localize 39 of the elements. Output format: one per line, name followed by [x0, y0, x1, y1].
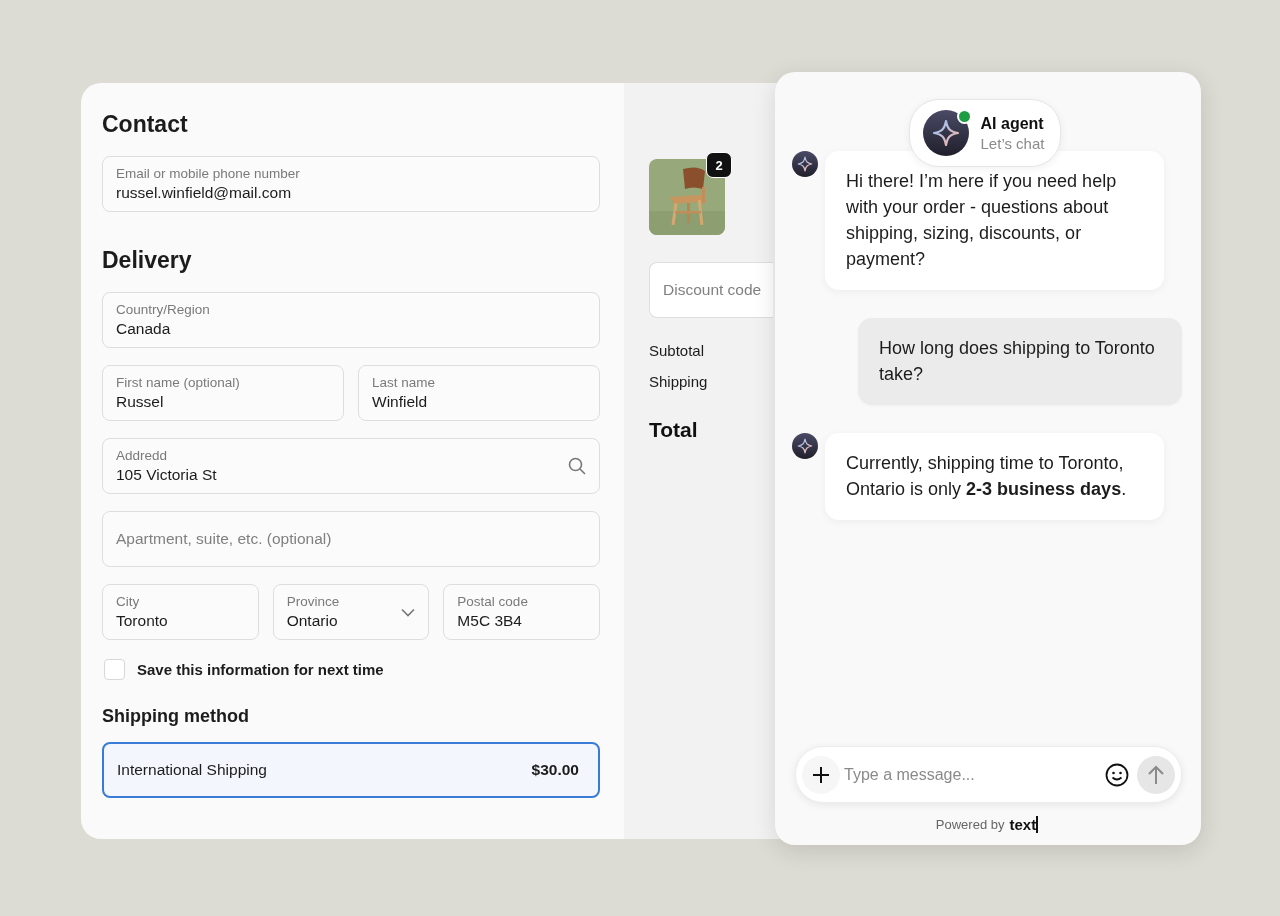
agent-avatar-icon — [792, 433, 818, 459]
agent-avatar-icon — [922, 110, 969, 156]
discount-field[interactable]: Discount code — [649, 262, 773, 318]
agent-status: Let’s chat — [980, 134, 1045, 152]
smiley-icon — [1105, 762, 1129, 787]
input-field[interactable]: Apartment, suite, etc. (optional) — [102, 511, 600, 567]
powered-by-label: Powered by — [935, 816, 1005, 832]
checkbox-label: Save this information for next time — [137, 661, 384, 678]
input-field[interactable]: Last name Winfield — [358, 365, 600, 421]
message-input[interactable]: Type a message... — [844, 765, 1097, 784]
arrow-up-icon — [1146, 763, 1166, 786]
agent-message: Hi there! I’m here if you need help with your order - questions about shipping, sizing, discounts, or payment? — [825, 151, 1164, 290]
input-field[interactable]: City Toronto — [102, 584, 259, 640]
summary-label: Subtotal — [649, 342, 706, 359]
summary-label: Shipping — [649, 373, 709, 390]
total-label: Total — [649, 418, 699, 442]
user-message: How long does shipping to Toronto take? — [858, 318, 1182, 405]
plus-icon — [811, 764, 831, 785]
section-heading: Shipping method — [102, 706, 250, 727]
checkbox[interactable] — [104, 659, 125, 680]
add-button[interactable] — [802, 755, 840, 794]
input-field[interactable]: Postal code M5C 3B4 — [443, 584, 600, 640]
agent-name: AI agent — [980, 114, 1045, 133]
shipping-option[interactable]: International Shipping $30.00 — [102, 742, 600, 798]
agent-message: Currently, shipping time to Toronto, Ontario is only 2-3 business days. — [825, 433, 1164, 520]
input-field[interactable]: First name (optional) Russel — [102, 365, 344, 421]
input-field[interactable]: Email or mobile phone number russel.winfield@mail.com — [102, 156, 600, 212]
select-field[interactable]: Province Ontario — [272, 584, 430, 640]
input-field[interactable]: Country/Region Canada — [102, 292, 600, 348]
input-field[interactable]: Addredd 105 Victoria St — [102, 438, 600, 494]
cursor-icon — [1036, 815, 1039, 833]
section-heading: Contact — [102, 111, 189, 138]
brand-link[interactable]: text — [1009, 815, 1037, 833]
chevron-down-icon — [401, 607, 416, 617]
search-icon[interactable] — [568, 457, 586, 475]
quantity-badge: 2 — [706, 152, 732, 178]
agent-avatar-icon — [792, 151, 818, 177]
section-heading: Delivery — [102, 247, 193, 274]
message-composer[interactable]: Type a message... — [795, 746, 1182, 803]
